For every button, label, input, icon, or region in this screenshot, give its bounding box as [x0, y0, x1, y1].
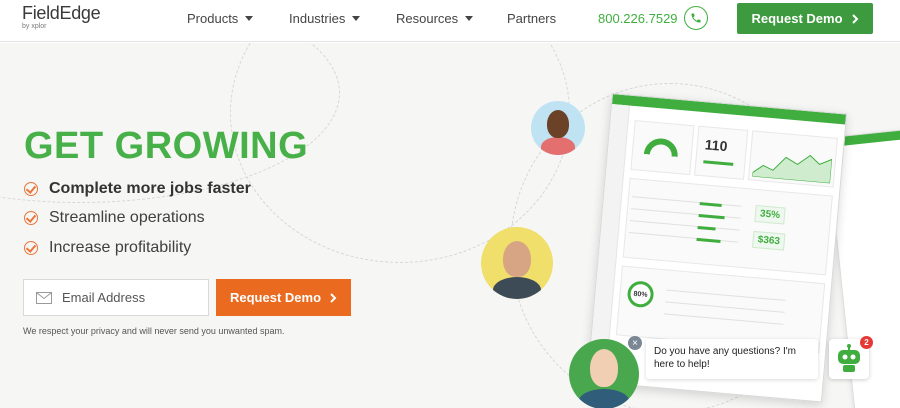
chevron-right-icon: [851, 13, 858, 24]
caret-down-icon: [245, 16, 254, 21]
customer-avatar: [531, 101, 585, 155]
kpi-value: 110: [704, 136, 729, 155]
support-agent-avatar: [569, 339, 639, 408]
caret-down-icon: [465, 16, 474, 21]
phone-icon[interactable]: [684, 6, 708, 30]
button-label: Request Demo: [229, 290, 322, 305]
benefit-item: Streamline operations: [24, 209, 205, 227]
benefit-item: Complete more jobs faster: [24, 180, 251, 198]
nav-label: Products: [187, 10, 239, 26]
nav-label: Industries: [289, 10, 346, 26]
benefit-text: Increase profitability: [49, 239, 192, 256]
email-input[interactable]: [62, 290, 202, 305]
fieldedge-logo[interactable]: FieldEdge by xplor: [22, 3, 101, 30]
nav-label: Partners: [507, 10, 557, 26]
header-request-demo-button[interactable]: Request Demo: [737, 3, 873, 34]
hero-section: GET GROWING Complete more jobs faster St…: [0, 43, 900, 408]
chat-message[interactable]: Do you have any questions? I'm here to h…: [646, 339, 818, 379]
nav-industries[interactable]: Industries: [289, 0, 361, 36]
hero-headline: GET GROWING: [24, 125, 309, 167]
check-circle-icon: [24, 241, 38, 255]
benefit-text: Complete more jobs faster: [49, 180, 251, 197]
chevron-right-icon: [330, 292, 337, 303]
caret-down-icon: [352, 16, 361, 21]
metric-percent: 35%: [754, 204, 786, 225]
email-field-wrapper: [23, 279, 209, 316]
logo-byline: by xplor: [22, 23, 47, 30]
button-label: Request Demo: [751, 11, 843, 26]
phone-number-link[interactable]: 800.226.7529: [598, 0, 678, 36]
technician-avatar: [481, 227, 553, 299]
hero-request-demo-button[interactable]: Request Demo: [216, 279, 351, 316]
benefit-text: Streamline operations: [49, 209, 205, 226]
mail-icon: [36, 291, 52, 304]
close-icon[interactable]: ×: [628, 336, 642, 350]
check-circle-icon: [24, 182, 38, 196]
chatbot-icon: [838, 344, 860, 372]
nav-products[interactable]: Products: [187, 0, 254, 36]
area-chart: [752, 154, 833, 184]
notification-badge: 2: [860, 336, 873, 349]
check-circle-icon: [24, 211, 38, 225]
nav-resources[interactable]: Resources: [396, 0, 474, 36]
logo-wordmark: FieldEdge: [22, 3, 101, 23]
metric-amount: $363: [752, 230, 786, 251]
nav-label: Resources: [396, 10, 459, 26]
benefit-item: Increase profitability: [24, 239, 191, 257]
privacy-notice: We respect your privacy and will never s…: [23, 326, 285, 336]
site-header: FieldEdge by xplor Products Industries R…: [0, 0, 900, 42]
nav-partners[interactable]: Partners: [507, 0, 556, 36]
